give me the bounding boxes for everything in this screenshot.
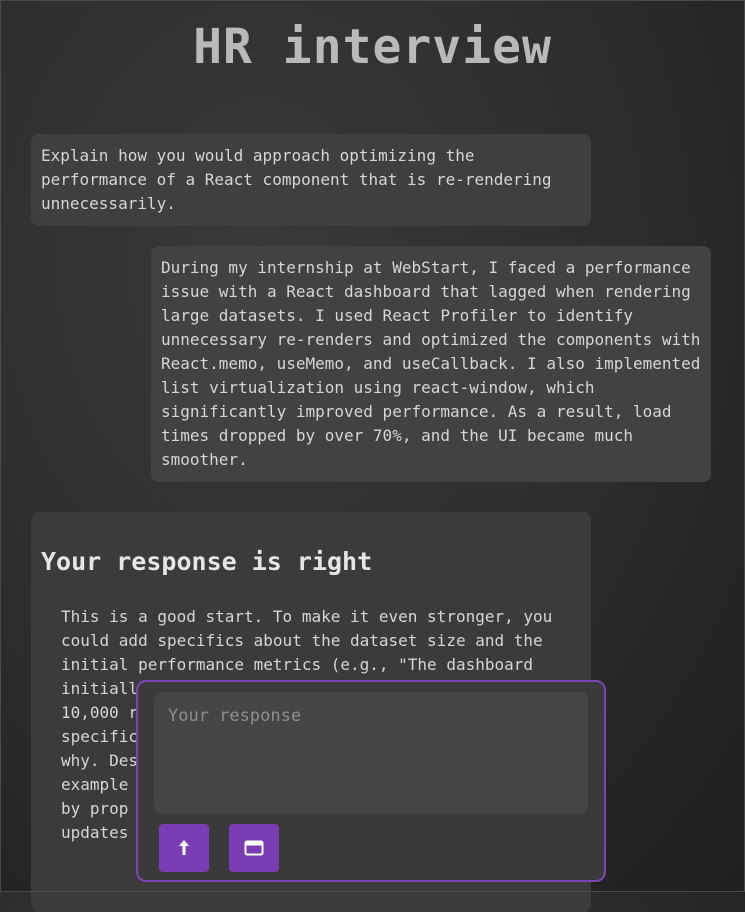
response-composer — [136, 680, 606, 882]
window-button[interactable] — [229, 824, 279, 872]
feedback-heading: Your response is right — [41, 547, 373, 576]
submit-button[interactable] — [159, 824, 209, 872]
response-input[interactable] — [154, 692, 588, 814]
arrow-up-icon — [179, 840, 189, 855]
page-title: HR interview — [193, 19, 552, 75]
question-text: Explain how you would approach optimizin… — [41, 146, 552, 213]
answer-text: During my internship at WebStart, I face… — [161, 258, 701, 469]
answer-bubble: During my internship at WebStart, I face… — [151, 246, 711, 482]
question-bubble: Explain how you would approach optimizin… — [31, 134, 591, 226]
window-icon — [244, 840, 264, 856]
